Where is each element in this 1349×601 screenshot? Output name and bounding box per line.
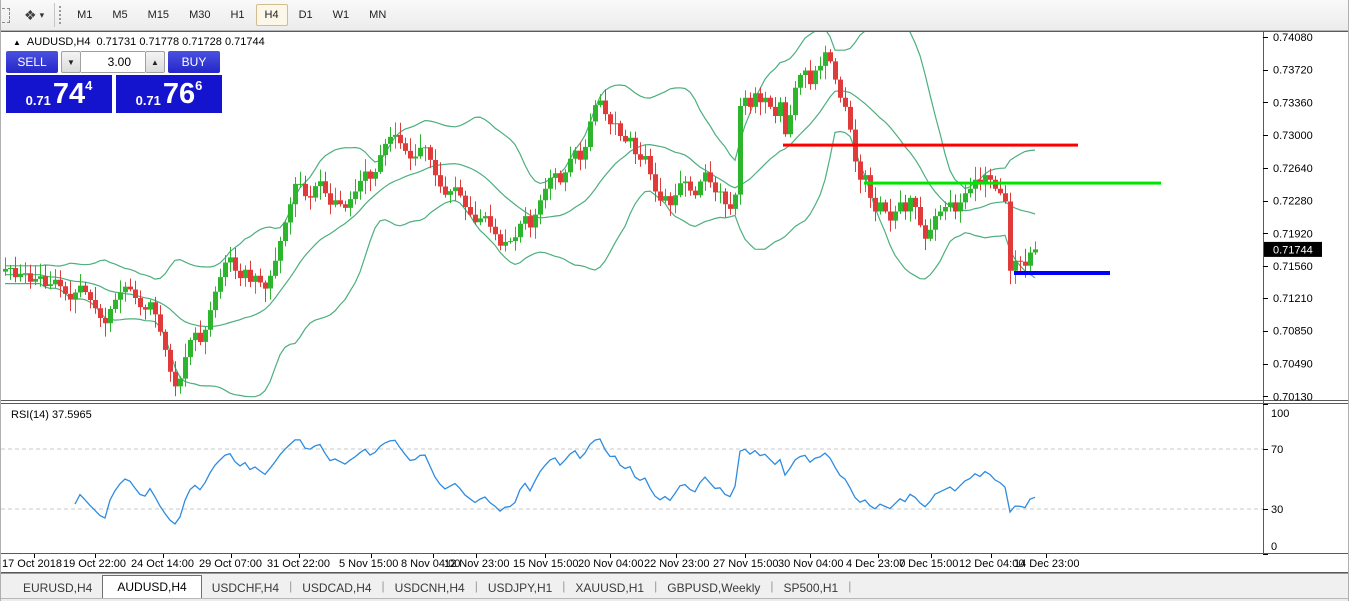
svg-text:100: 100 (1271, 408, 1289, 420)
buy-price-sup: 6 (195, 78, 202, 93)
rsi-indicator-label: RSI(14) 37.5965 (11, 409, 92, 421)
tab-divider: | (848, 579, 851, 593)
rsi-axis: 100 70 30 0 (1263, 404, 1289, 555)
one-click-trading-panel: SELL ▼ ▲ BUY 0.71 74 4 0.71 76 6 (6, 51, 222, 113)
pane-border (1, 553, 1349, 554)
buy-button[interactable]: BUY (168, 51, 220, 73)
svg-text:0.73000: 0.73000 (1273, 130, 1313, 142)
chart-tab-usdcnh-h4[interactable]: USDCNH,H4 (385, 577, 475, 598)
svg-text:4 Dec 23:00: 4 Dec 23:00 (846, 558, 905, 570)
sell-price-big: 74 (53, 77, 85, 111)
chart-tab-bar: EURUSD,H4AUDUSD,H4USDCHF,H4|USDCAD,H4|US… (1, 573, 1348, 601)
pane-border (1, 403, 1349, 404)
rsi-pane[interactable] (1, 439, 1263, 524)
buy-price-prefix: 0.71 (136, 93, 161, 108)
svg-text:0.72640: 0.72640 (1273, 163, 1313, 175)
current-price-tag: 0.71744 (1264, 242, 1322, 257)
svg-text:27 Nov 15:00: 27 Nov 15:00 (713, 558, 778, 570)
time-axis: 17 Oct 201819 Oct 22:00 24 Oct 14:00 29 Oc… (2, 554, 1079, 570)
svg-text:0.73360: 0.73360 (1273, 97, 1313, 109)
svg-text:14 Dec 23:00: 14 Dec 23:00 (1014, 558, 1079, 570)
resistance-red-line[interactable] (783, 144, 1078, 147)
svg-text:30 Nov 04:00: 30 Nov 04:00 (778, 558, 843, 570)
rsi-line (75, 439, 1035, 524)
svg-text:15 Nov 15:00: 15 Nov 15:00 (513, 558, 578, 570)
svg-text:0.70490: 0.70490 (1273, 359, 1313, 371)
buy-price-big: 76 (163, 77, 195, 111)
lot-decrease-button[interactable]: ▼ (61, 51, 81, 73)
chart-tab-usdcad-h4[interactable]: USDCAD,H4 (292, 577, 381, 598)
sell-button[interactable]: SELL (6, 51, 58, 73)
svg-text:19 Oct 22:00: 19 Oct 22:00 (63, 558, 126, 570)
chart-tab-eurusd-h4[interactable]: EURUSD,H4 (13, 577, 102, 598)
svg-text:0.70130: 0.70130 (1273, 391, 1313, 403)
chart-title: ▲ AUDUSD,H4 0.71731 0.71778 0.71728 0.71… (13, 36, 265, 48)
sell-price-box[interactable]: 0.71 74 4 (6, 75, 112, 113)
svg-text:24 Oct 14:00: 24 Oct 14:00 (131, 558, 194, 570)
pane-border (1, 31, 1349, 32)
chart-tab-gbpusd-weekly[interactable]: GBPUSD,Weekly (657, 577, 770, 598)
ohlc-values: 0.71731 0.71778 0.71728 0.71744 (97, 36, 265, 48)
sell-price-prefix: 0.71 (26, 93, 51, 108)
lot-size-input[interactable] (81, 51, 145, 73)
resistance-green-line[interactable] (864, 182, 1161, 185)
svg-text:0.71210: 0.71210 (1273, 293, 1313, 305)
chart-tab-usdjpy-h1[interactable]: USDJPY,H1 (478, 577, 562, 598)
collapse-arrow-icon[interactable]: ▲ (13, 38, 21, 47)
chart-tab-xauusd-h1[interactable]: XAUUSD,H1 (565, 577, 654, 598)
svg-text:0.71744: 0.71744 (1273, 244, 1313, 256)
svg-text:7 Dec 15:00: 7 Dec 15:00 (899, 558, 958, 570)
svg-text:0.74080: 0.74080 (1273, 32, 1313, 44)
svg-text:0.70850: 0.70850 (1273, 326, 1313, 338)
svg-text:29 Oct 07:00: 29 Oct 07:00 (199, 558, 262, 570)
price-axis: 0.74080 0.73720 0.73360 0.73000 0.72640 0.722… (1263, 32, 1313, 404)
chart-tab-usdchf-h4[interactable]: USDCHF,H4 (202, 577, 289, 598)
svg-text:22 Nov 23:00: 22 Nov 23:00 (644, 558, 709, 570)
buy-price-box[interactable]: 0.71 76 6 (116, 75, 222, 113)
lot-increase-button[interactable]: ▲ (145, 51, 165, 73)
svg-text:0.72280: 0.72280 (1273, 196, 1313, 208)
svg-text:0.73720: 0.73720 (1273, 65, 1313, 77)
svg-text:12 Nov 23:00: 12 Nov 23:00 (444, 558, 509, 570)
svg-text:17 Oct 2018: 17 Oct 2018 (2, 558, 62, 570)
sell-price-sup: 4 (85, 78, 92, 93)
support-blue-line[interactable] (1014, 271, 1110, 275)
svg-text:30: 30 (1271, 504, 1283, 516)
svg-text:0.71920: 0.71920 (1273, 228, 1313, 240)
symbol-label: AUDUSD,H4 (27, 36, 91, 48)
chart-tab-audusd-h4[interactable]: AUDUSD,H4 (102, 575, 201, 598)
svg-text:0: 0 (1271, 541, 1277, 553)
axis-line (1263, 32, 1264, 553)
svg-text:70: 70 (1271, 444, 1283, 456)
svg-text:0.71560: 0.71560 (1273, 261, 1313, 273)
chart-tab-sp500-h1[interactable]: SP500,H1 (774, 577, 849, 598)
mt4-window: ❖ ▾ M1M5M15M30H1H4D1W1MN 0.740800.737200… (0, 0, 1349, 601)
svg-text:31 Oct 22:00: 31 Oct 22:00 (267, 558, 330, 570)
pane-border (1, 400, 1349, 401)
svg-text:20 Nov 04:00: 20 Nov 04:00 (578, 558, 643, 570)
svg-text:5 Nov 15:00: 5 Nov 15:00 (339, 558, 398, 570)
